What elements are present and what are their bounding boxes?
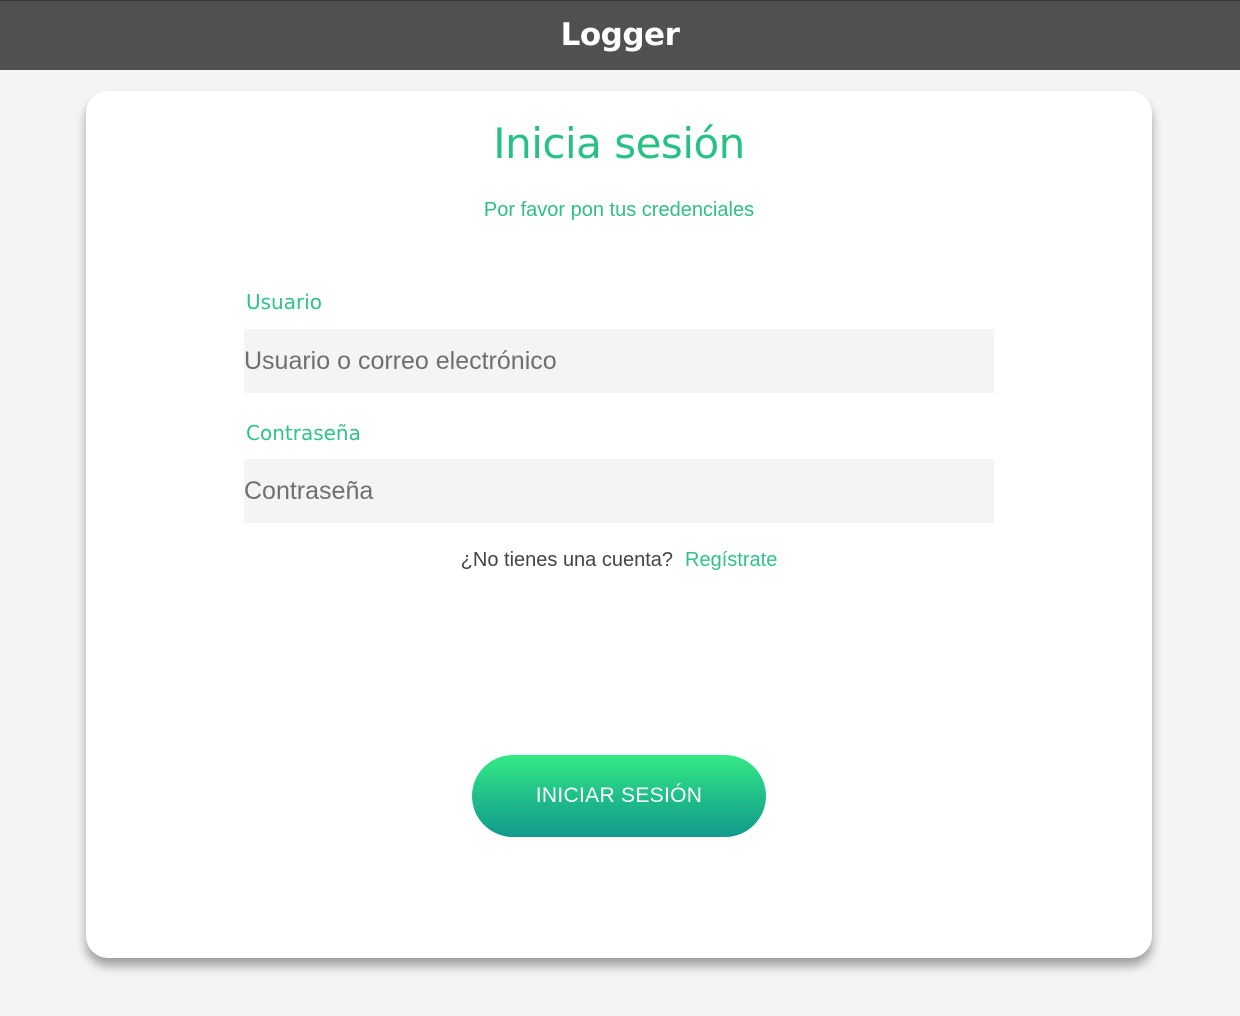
register-question: ¿No tienes una cuenta? <box>460 549 674 571</box>
register-prompt: ¿No tienes una cuenta? Regístrate <box>86 549 1152 572</box>
username-label: Usuario <box>246 290 323 314</box>
password-label: Contraseña <box>246 421 361 445</box>
page-subtitle: Por favor pon tus credenciales <box>483 199 755 221</box>
login-button[interactable]: INICIAR SESIÓN <box>472 755 766 837</box>
username-input[interactable] <box>244 329 994 393</box>
page-title: Inicia sesión <box>493 119 745 168</box>
login-card: Inicia sesión Por favor pon tus credenci… <box>86 91 1152 958</box>
register-link[interactable]: Regístrate <box>685 549 777 571</box>
app-header: Logger <box>0 0 1240 70</box>
password-input[interactable] <box>244 459 994 523</box>
brand-logo: Logger <box>560 16 680 53</box>
